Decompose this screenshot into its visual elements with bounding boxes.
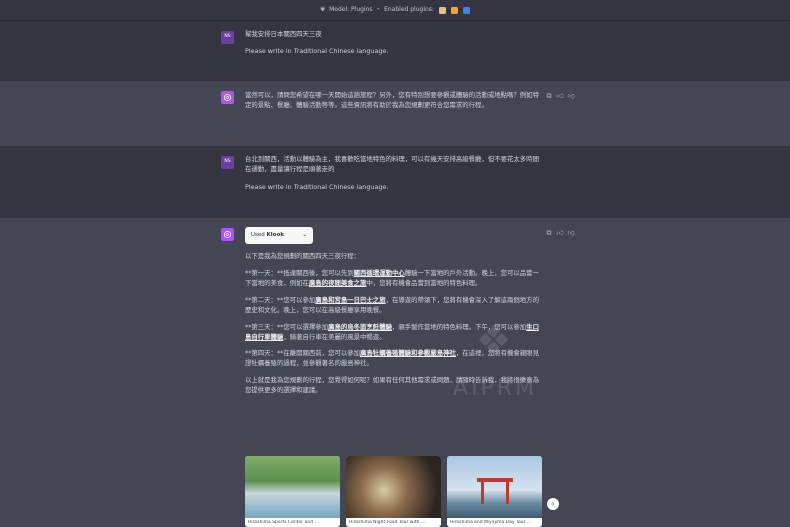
assistant-message-text: 當然可以，請問您希望在哪一天開始這趟旅程？另外，您有特別想要參觀或體驗的活動或地… bbox=[245, 91, 539, 109]
message-actions: ⧉ 👍︎ 👎︎ bbox=[545, 228, 575, 239]
carousel-next-button[interactable]: › bbox=[547, 498, 559, 510]
message-actions: ⧉ 👍︎ 👎︎ bbox=[545, 91, 575, 102]
user-avatar: NS bbox=[221, 156, 234, 169]
separator: • bbox=[376, 6, 381, 14]
plugin-icon-1 bbox=[438, 6, 446, 14]
used-prefix: Used bbox=[251, 232, 267, 239]
user-message-text: 幫我安排日本關西四天三夜 bbox=[245, 30, 322, 38]
watermark-logo-icon: ❖ bbox=[475, 318, 515, 364]
chevron-down-icon: ⌄ bbox=[302, 232, 307, 239]
user-message-text: 台北到關西，活動以體驗為主，我喜歡吃當地特色的料理，可以有幾天安排高級餐廳，但不… bbox=[245, 155, 539, 173]
enabled-plugins-label: Enabled plugins: bbox=[384, 6, 434, 14]
user-message: NS 幫我安排日本關西四天三夜 Please write in Traditio… bbox=[0, 21, 790, 81]
card-caption: Hiroshima Night Food Tour with ... bbox=[349, 520, 426, 525]
thumbs-down-icon[interactable]: 👎︎ bbox=[567, 91, 575, 102]
link-day1-food[interactable]: 廣島的夜間美食之旅 bbox=[309, 279, 367, 287]
assistant-message: 當然可以，請問您希望在哪一天開始這趟旅程？另外，您有特別想要參觀或體驗的活動或地… bbox=[0, 81, 790, 146]
link-day4-oyster[interactable]: 廣島牡蠣養殖體驗和參觀嚴島神社 bbox=[360, 349, 456, 357]
copy-icon[interactable]: ⧉ bbox=[545, 91, 553, 102]
thumbs-up-icon[interactable]: 👍︎ bbox=[556, 228, 564, 239]
link-day1-activity[interactable]: 關西循環運動中心 bbox=[354, 269, 405, 277]
top-bar: ✾ Model: Plugins • Enabled plugins: bbox=[0, 0, 790, 21]
activity-card[interactable]: Hiroshima Sports Center and ... bbox=[245, 456, 340, 527]
activity-card[interactable]: Hiroshima Night Food Tour with ... bbox=[346, 456, 441, 527]
used-plugin-button[interactable]: Used Klook ⌄ bbox=[245, 227, 313, 244]
user-avatar: NS bbox=[221, 31, 234, 44]
user-message-language: Please write in Traditional Chinese lang… bbox=[245, 182, 389, 191]
link-day2-tour[interactable]: 廣島和宮島一日巴士之旅 bbox=[315, 296, 385, 304]
chevron-right-icon: › bbox=[551, 499, 555, 508]
assistant-avatar bbox=[221, 228, 234, 241]
link-day3-cooking[interactable]: 廣島的烏冬面烹飪體驗 bbox=[328, 323, 392, 331]
copy-icon[interactable]: ⧉ bbox=[545, 228, 553, 239]
activity-card[interactable]: Hiroshima and Miyajima Day Tour ... bbox=[447, 456, 542, 527]
card-image-kayak bbox=[245, 456, 340, 518]
openai-icon bbox=[223, 93, 232, 102]
card-caption: Hiroshima and Miyajima Day Tour ... bbox=[450, 520, 532, 525]
assistant-avatar bbox=[221, 91, 234, 104]
card-caption: Hiroshima Sports Center and ... bbox=[248, 520, 319, 525]
aiprm-watermark: ❖ AIPRM bbox=[445, 310, 545, 440]
card-image-food bbox=[346, 456, 441, 518]
openai-icon bbox=[223, 230, 232, 239]
user-message: NS 台北到關西，活動以體驗為主，我喜歡吃當地特色的料理，可以有幾天安排高級餐廳… bbox=[0, 146, 790, 218]
thumbs-up-icon[interactable]: 👍︎ bbox=[556, 91, 564, 102]
model-icon: ✾ bbox=[320, 6, 326, 14]
intro-text: 以下是我為您規劃的關西四天三夜行程： bbox=[245, 252, 361, 260]
used-plugin-name: Klook bbox=[266, 232, 284, 239]
activity-cards: Hiroshima Sports Center and ... Hiroshim… bbox=[245, 456, 542, 527]
model-label: Model: Plugins bbox=[329, 6, 373, 14]
day1-text: **第一天：**抵達關西後，您可以先到關西循環運動中心體驗一下當地的戶外活動。晚… bbox=[245, 268, 539, 287]
card-image-torii bbox=[447, 456, 542, 518]
plugin-icon-3 bbox=[462, 6, 470, 14]
user-message-language: Please write in Traditional Chinese lang… bbox=[245, 46, 389, 55]
plugin-icon-2 bbox=[450, 6, 458, 14]
thumbs-down-icon[interactable]: 👎︎ bbox=[567, 228, 575, 239]
